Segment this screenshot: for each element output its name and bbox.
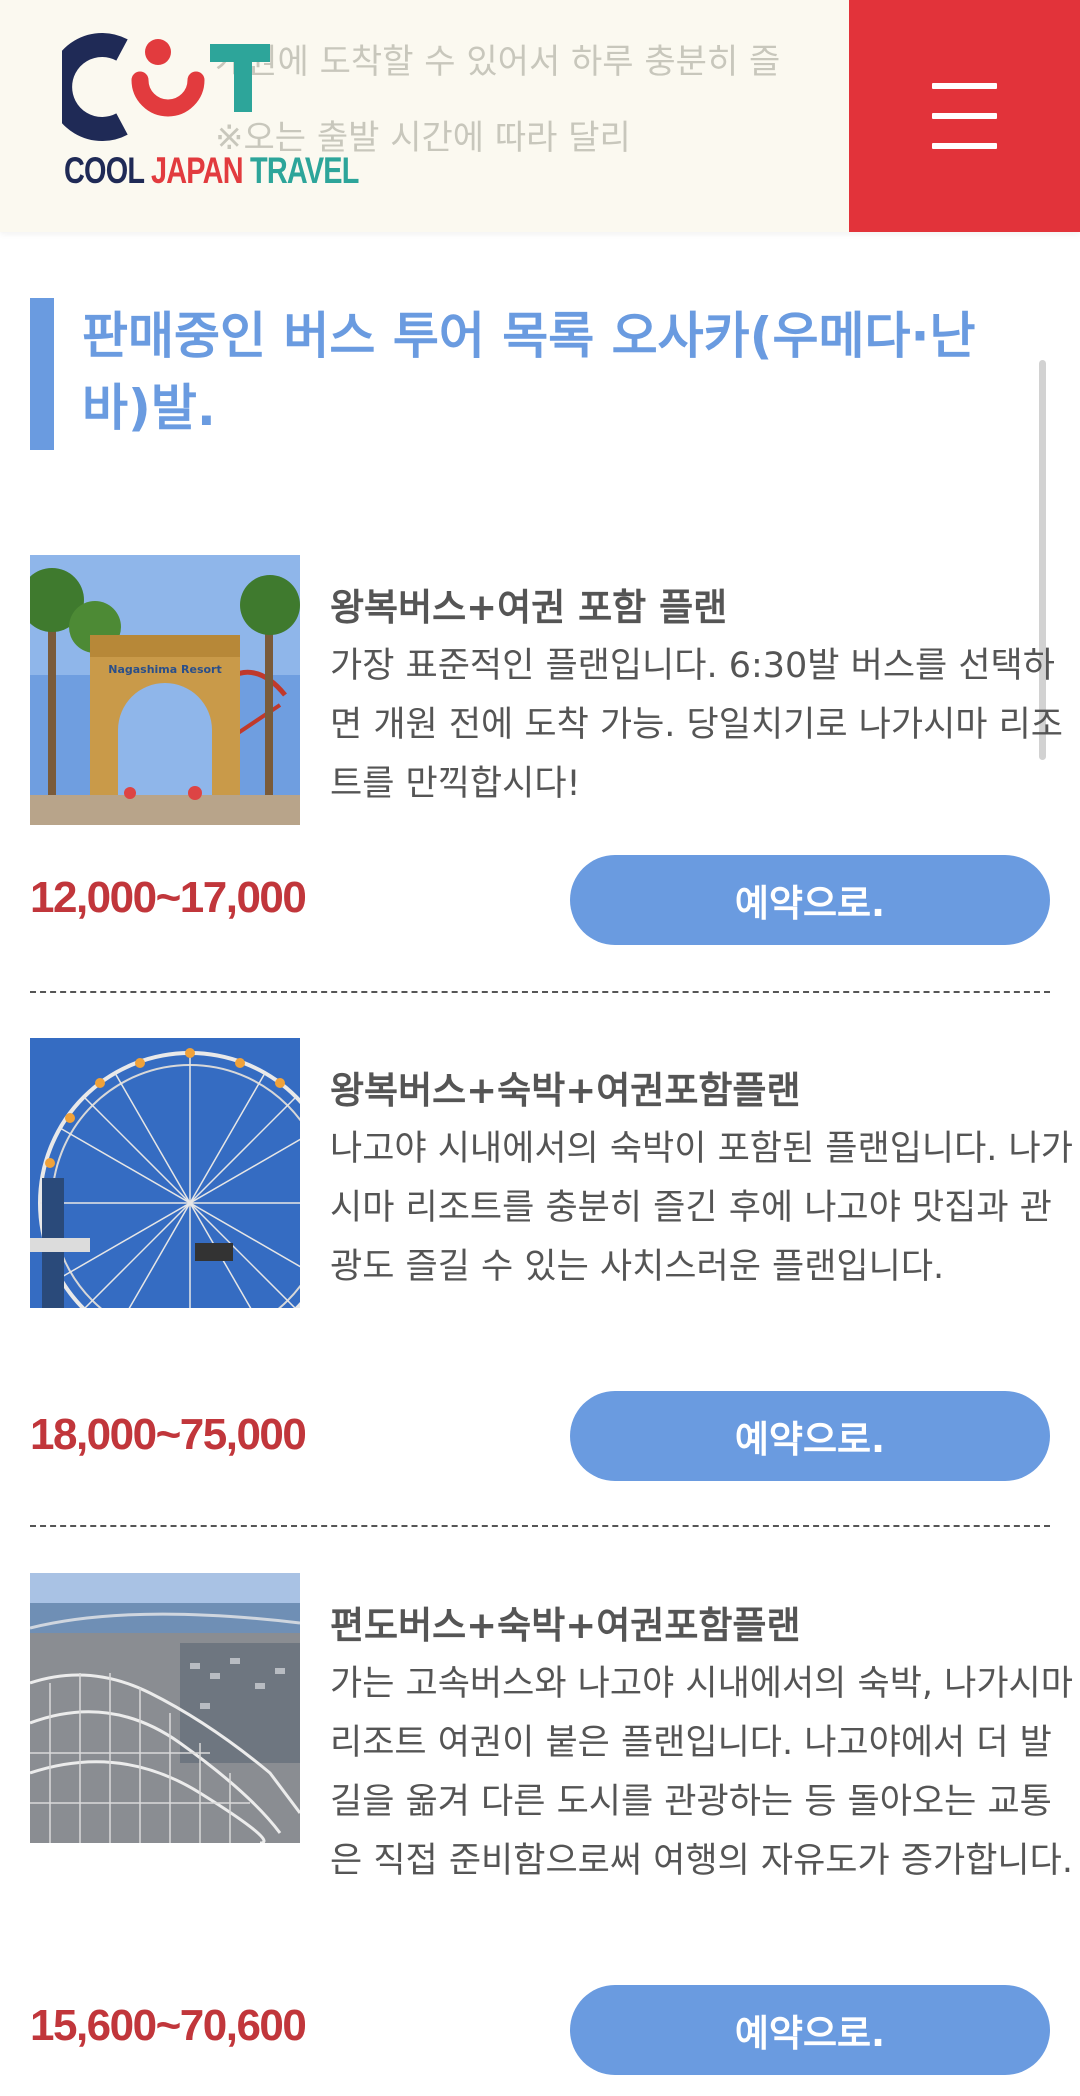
logo-wordmark: COOL JAPAN TRAVEL xyxy=(64,150,359,192)
plan-image-ferris-wheel xyxy=(30,1038,300,1308)
logo-word-travel: TRAVEL xyxy=(249,150,359,191)
reserve-button[interactable]: 예약으로. xyxy=(570,855,1050,945)
plan-price: 15,600~70,600 xyxy=(30,2001,307,2050)
plan-description: 가장 표준적인 플랜입니다. 6:30발 버스를 선택하면 개원 전에 도착 가… xyxy=(330,646,1064,804)
plan-price: 18,000~75,000 xyxy=(30,1410,307,1459)
reserve-button[interactable]: 예약으로. xyxy=(570,1985,1050,2075)
plan-image-nagashima-gate: Nagashima Resort xyxy=(30,555,300,825)
logo-word-japan: JAPAN xyxy=(150,150,244,191)
menu-button[interactable] xyxy=(849,0,1080,232)
site-header: 개원에 도착할 수 있어서 하루 충분히 즐 ※오는 출발 시간에 따라 달리 … xyxy=(0,0,1080,232)
divider xyxy=(30,991,1050,993)
reserve-button[interactable]: 예약으로. xyxy=(570,1391,1050,1481)
plan-image-wooden-coaster xyxy=(30,1573,300,1843)
plan-description: 나고야 시내에서의 숙박이 포함된 플랜입니다. 나가시마 리조트를 충분히 즐… xyxy=(330,1129,1073,1287)
cjt-logo-mark-icon xyxy=(62,33,270,141)
divider xyxy=(30,1525,1050,1527)
plan-item: 편도버스+숙박+여권포함플랜 가는 고속버스와 나고야 시내에서의 숙박, 나가… xyxy=(30,1573,1073,2093)
plan-title: 편도버스+숙박+여권포함플랜 xyxy=(330,1604,801,1647)
plan-title: 왕복버스+숙박+여권포함플랜 xyxy=(330,1069,801,1112)
plan-price: 12,000~17,000 xyxy=(30,873,307,922)
page-title: 판매중인 버스 투어 목록 오사카(우메다·난바)발. xyxy=(82,307,976,437)
svg-text:Nagashima Resort: Nagashima Resort xyxy=(108,663,222,676)
plan-item: 왕복버스+숙박+여권포함플랜 나고야 시내에서의 숙박이 포함된 플랜입니다. … xyxy=(30,1038,1073,1498)
heading-accent-bar xyxy=(30,298,54,450)
site-logo[interactable]: COOL JAPAN TRAVEL xyxy=(62,32,359,202)
plan-description: 가는 고속버스와 나고야 시내에서의 숙박, 나가시마 리조트 여권이 붙은 플… xyxy=(330,1664,1073,1881)
plan-title: 왕복버스+여권 포함 플랜 xyxy=(330,586,728,629)
plan-item: Nagashima Resort 왕복버스+여권 포함 플랜 가장 표준적인 플… xyxy=(30,555,1063,955)
section-heading: 판매중인 버스 투어 목록 오사카(우메다·난바)발. xyxy=(30,298,1040,450)
logo-word-cool: COOL xyxy=(64,150,145,191)
